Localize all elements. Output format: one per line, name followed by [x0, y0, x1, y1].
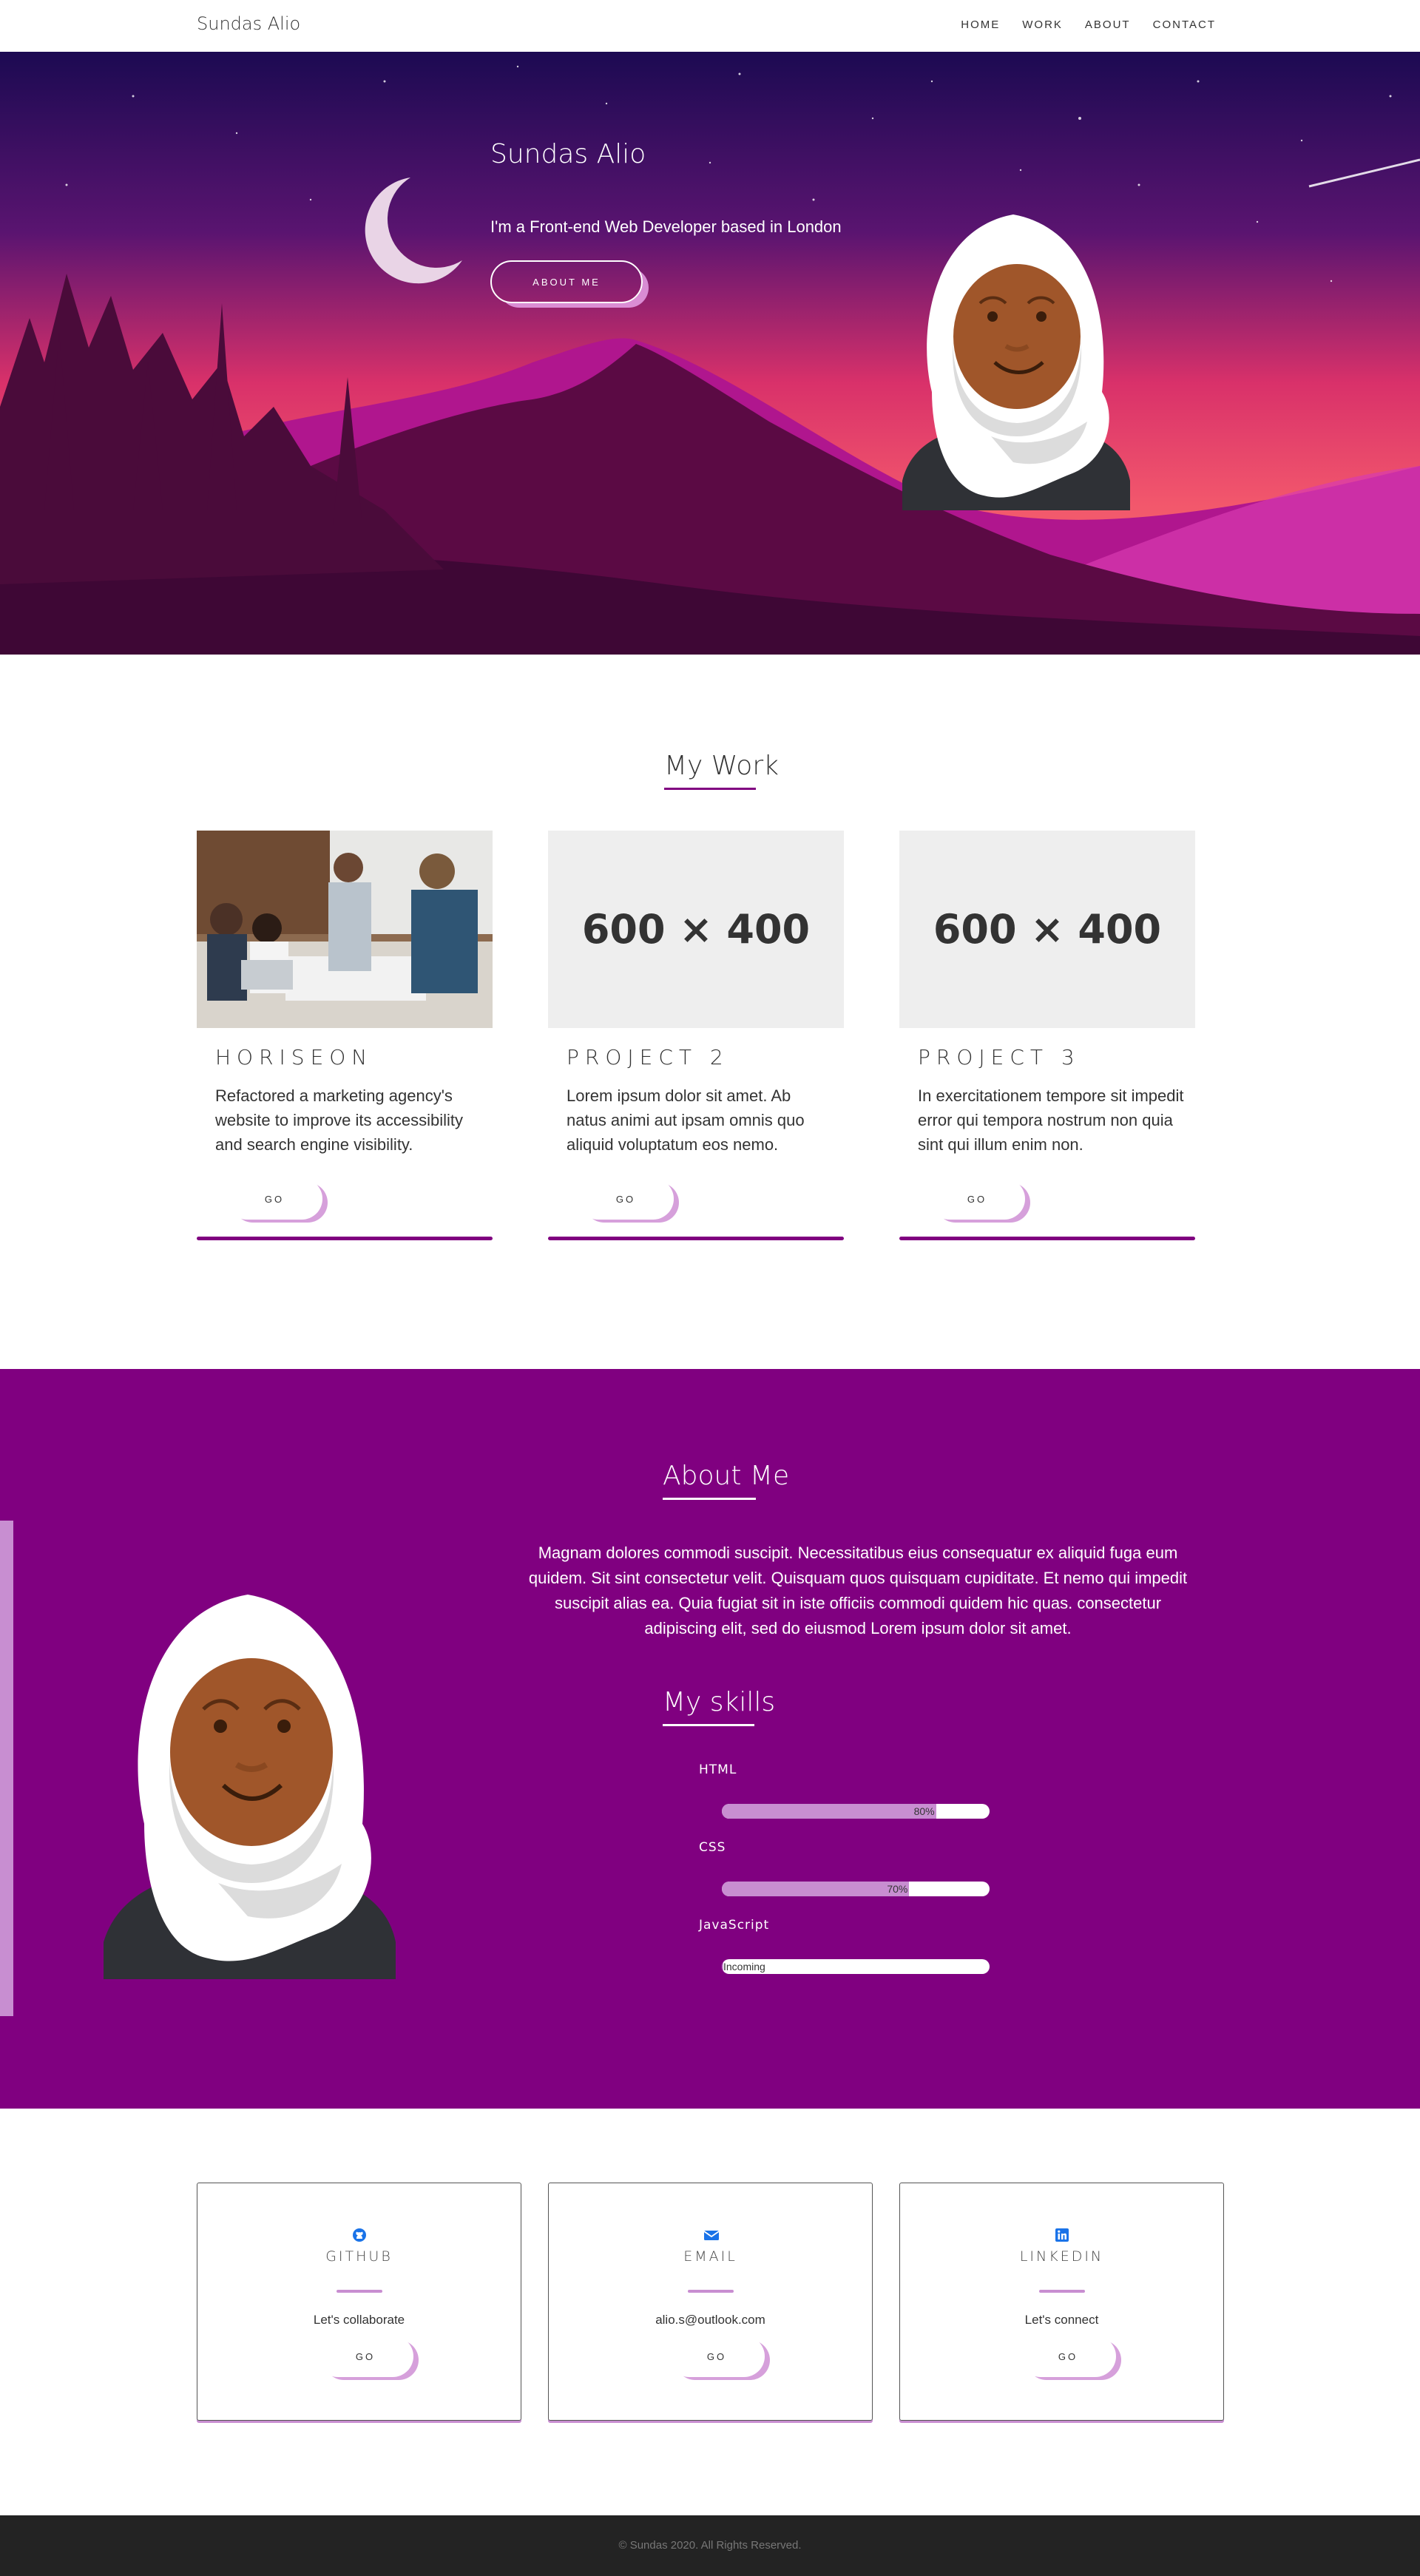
card-accent-bar — [899, 1237, 1195, 1240]
hero-section: Sundas Alio I'm a Front-end Web Develope… — [0, 52, 1420, 655]
contact-card-linkedin: LINKEDIN Let's connect GO — [899, 2183, 1224, 2421]
skills-heading-underline — [663, 1724, 754, 1726]
project-description: Refactored a marketing agency's website … — [215, 1086, 464, 1154]
skill-bar-html: 80% — [722, 1804, 990, 1819]
side-accent-strip — [0, 1521, 13, 2016]
about-section: About Me Magnam dolores commodi suscipit… — [0, 1369, 1420, 2109]
card-accent-bar — [197, 1237, 493, 1240]
project-go-button[interactable]: GO — [578, 1178, 674, 1220]
contact-card-description[interactable]: alio.s@outlook.com — [549, 2313, 872, 2327]
work-section: My Work HORISEON Refactored a marketing … — [0, 655, 1420, 1369]
project-card-horiseon: HORISEON Refactored a marketing agency's… — [197, 831, 493, 1245]
placeholder-size-label: 600 × 400 — [933, 906, 1162, 953]
project-description: Lorem ipsum dolor sit amet. Ab natus ani… — [567, 1086, 805, 1154]
project-thumbnail-placeholder: 600 × 400 — [899, 831, 1195, 1028]
project-description: In exercitationem tempore sit impedit er… — [918, 1086, 1184, 1154]
envelope-icon — [703, 2231, 720, 2240]
contact-card-email: EMAIL alio.s@outlook.com GO — [548, 2183, 873, 2421]
contact-card-title: EMAIL — [683, 2248, 737, 2265]
project-title: PROJECT 3 — [918, 1045, 1081, 1069]
contact-card-github: GITHUB Let's collaborate GO — [197, 2183, 521, 2421]
project-title: HORISEON — [215, 1045, 373, 1069]
skill-bar-javascript: Incoming — [722, 1959, 990, 1974]
contact-section: GITHUB Let's collaborate GO EMAIL alio.s… — [0, 2109, 1420, 2515]
avatar-illustration — [104, 1595, 396, 1979]
github-icon — [353, 2228, 366, 2242]
footer: © Sundas 2020. All Rights Reserved. — [0, 2515, 1420, 2576]
work-heading-underline — [664, 788, 756, 790]
hero-title: Sundas Alio — [490, 139, 646, 169]
project-go-button[interactable]: GO — [226, 1178, 322, 1220]
contact-card-title: GITHUB — [325, 2248, 393, 2265]
project-thumbnail-placeholder: 600 × 400 — [548, 831, 844, 1028]
brand-logo[interactable]: Sundas Alio — [197, 13, 300, 34]
nav-links: HOME WORK ABOUT CONTACT — [939, 18, 1216, 31]
nav-link-home[interactable]: HOME — [961, 18, 1000, 31]
github-go-button[interactable]: GO — [317, 2336, 413, 2377]
project-title: PROJECT 2 — [567, 1045, 729, 1069]
navbar: Sundas Alio HOME WORK ABOUT CONTACT — [0, 0, 1420, 52]
contact-card-divider — [1039, 2290, 1085, 2293]
project-card-2: 600 × 400 PROJECT 2 Lorem ipsum dolor si… — [548, 831, 844, 1245]
contact-card-divider — [337, 2290, 382, 2293]
contact-card-description: Let's collaborate — [313, 2313, 405, 2327]
skill-status-text: Incoming — [723, 1961, 765, 1972]
hero-subtitle: I'm a Front-end Web Developer based in L… — [490, 217, 842, 236]
linkedin-go-button[interactable]: GO — [1020, 2336, 1116, 2377]
about-me-button[interactable]: ABOUT ME — [490, 260, 643, 303]
email-go-button[interactable]: GO — [669, 2336, 765, 2377]
about-heading-underline — [663, 1498, 756, 1500]
linkedin-icon — [1055, 2228, 1069, 2242]
team-meeting-photo — [197, 831, 493, 1028]
copyright-text: © Sundas 2020. All Rights Reserved. — [618, 2539, 802, 2552]
avatar-illustration — [902, 214, 1130, 510]
skill-fill: 80% — [722, 1804, 936, 1819]
nav-link-about[interactable]: ABOUT — [1085, 18, 1131, 31]
project-go-button[interactable]: GO — [929, 1178, 1025, 1220]
skill-label-html: HTML — [699, 1762, 737, 1777]
contact-card-title: LINKEDIN — [1019, 2248, 1104, 2265]
card-accent-bar — [548, 1237, 844, 1240]
skill-label-javascript: JavaScript — [699, 1918, 770, 1933]
skills-heading: My skills — [663, 1687, 776, 1717]
contact-card-divider — [688, 2290, 734, 2293]
skill-bar-css: 70% — [722, 1882, 990, 1896]
skill-fill: 70% — [722, 1882, 910, 1896]
night-landscape-illustration — [0, 52, 1420, 655]
about-paragraph: Magnam dolores commodi suscipit. Necessi… — [528, 1544, 1188, 1637]
about-heading: About Me — [663, 1461, 790, 1491]
placeholder-size-label: 600 × 400 — [581, 906, 811, 953]
project-thumbnail-photo — [197, 831, 493, 1028]
contact-card-description: Let's connect — [1024, 2313, 1099, 2327]
nav-link-work[interactable]: WORK — [1022, 18, 1063, 31]
project-card-3: 600 × 400 PROJECT 3 In exercitationem te… — [899, 831, 1195, 1245]
nav-link-contact[interactable]: CONTACT — [1153, 18, 1216, 31]
skill-label-css: CSS — [699, 1840, 726, 1855]
work-heading: My Work — [664, 751, 779, 781]
